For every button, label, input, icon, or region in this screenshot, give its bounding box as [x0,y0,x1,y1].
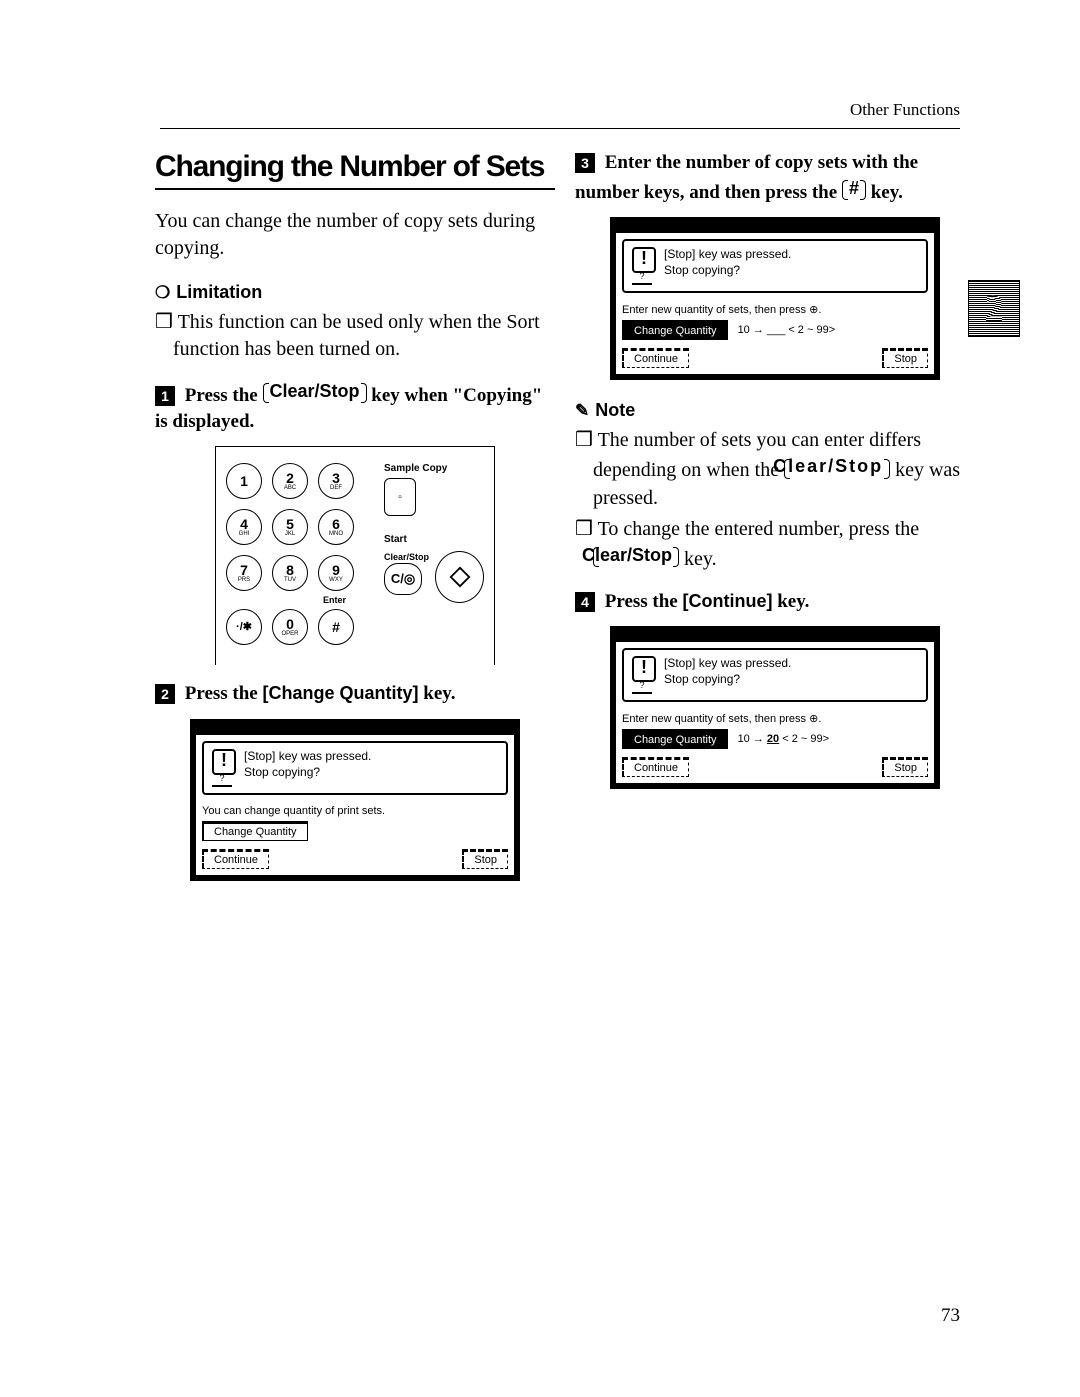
right-column: 3 Enter the number of copy sets with the… [575,150,975,893]
warning-icon: ! [212,749,236,775]
start-label: Start [384,534,484,545]
screen2-continue-button: Continue [202,849,269,869]
screen3-continue-button: Continue [622,348,689,368]
step-number-2: 2 [155,684,175,704]
screen4-continue-button: Continue [622,757,689,777]
limitation-heading: ❍ Limitation [155,282,555,303]
keypad-5: 5JKL [272,509,308,545]
left-column: Changing the Number of Sets You can chan… [155,150,555,893]
lightbulb-icon: ❍ [155,283,170,303]
keypad-6: 6MNO [318,509,354,545]
start-icon [449,566,471,588]
note-heading: ✎ Note [575,400,975,421]
screen3-message-box: !? [Stop] key was pressed. Stop copying? [622,239,928,293]
screen4-instruction: Enter new quantity of sets, then press ⊕… [622,712,928,725]
sample-copy-button: ▫ [384,478,416,516]
keypad-0: 0OPER [272,609,308,645]
step-4: 4 Press the [Continue] key. [575,589,975,615]
chapter-tab: 2 [968,280,1020,337]
step-2: 2 Press the [Change Quantity] key. [155,681,555,707]
page-number: 73 [941,1305,960,1327]
screen3-instruction: Enter new quantity of sets, then press ⊕… [622,303,928,316]
keypad-hash: # [318,609,354,645]
keypad-figure: 1 2ABC 3DEF 4GHI 5JKL 6MNO 7PRS 8TUV [215,446,495,665]
screen4-change-quantity-button: Change Quantity [622,729,728,749]
screen2-stop-button: Stop [462,849,508,869]
warning-icon: ! [632,247,656,273]
header-rule [160,128,960,129]
continue-key-ref: [Continue] [683,591,773,611]
step-number-4: 4 [575,592,595,612]
hash-key-ref: # [848,176,860,200]
screen3-quantity-display: 10 → ___ < 2 ~ 99> [738,324,836,336]
intro-text: You can change the number of copy sets d… [155,208,555,262]
keypad-7: 7PRS [226,555,262,591]
screen-figure-3: !? [Stop] key was pressed. Stop copying?… [610,217,940,380]
screen3-change-quantity-button: Change Quantity [622,320,728,340]
clear-stop-key-ref: Clear/Stop [269,379,361,403]
clear-stop-key: C/◎ [384,563,422,595]
keypad-dot: ·/✱ [226,609,262,645]
step-number-1: 1 [155,386,175,406]
enter-label: Enter [226,595,374,605]
screen4-message-box: !? [Stop] key was pressed. Stop copying? [622,648,928,702]
screen3-stop-button: Stop [882,348,928,368]
clear-stop-key-ref: Clear/Stop [599,543,673,567]
pencil-icon: ✎ [575,401,589,421]
step-3: 3 Enter the number of copy sets with the… [575,150,975,205]
step-number-3: 3 [575,153,595,173]
limitation-bullet: This function can be used only when the … [173,309,555,363]
screen4-stop-button: Stop [882,757,928,777]
keypad-9: 9WXY [318,555,354,591]
warning-icon: ! [632,656,656,682]
screen2-message-box: ! ? [Stop] key was pressed. Stop copying… [202,741,508,795]
clear-stop-label: Clear/Stop [384,553,429,563]
start-button [435,551,484,603]
keypad-2: 2ABC [272,463,308,499]
step-1: 1 Press the Clear/Stop key when "Copying… [155,379,555,434]
keypad-8: 8TUV [272,555,308,591]
screen4-quantity-display: 10 → 20 < 2 ~ 99> [738,733,829,745]
note-bullet-1: The number of sets you can enter differs… [593,427,975,511]
note-bullet-2: To change the entered number, press the … [593,516,975,573]
keypad-1: 1 [226,463,262,499]
screen2-instruction: You can change quantity of print sets. [202,805,508,817]
screen-figure-2: ! ? [Stop] key was pressed. Stop copying… [190,719,520,881]
clear-stop-key-ref: Clear/Stop [790,454,884,478]
change-quantity-key-ref: [Change Quantity] [263,683,419,703]
header-section: Other Functions [850,100,960,120]
keypad-3: 3DEF [318,463,354,499]
screen2-change-quantity-button: Change Quantity [202,821,308,841]
keypad-4: 4GHI [226,509,262,545]
section-title: Changing the Number of Sets [155,150,555,190]
screen-figure-4: !? [Stop] key was pressed. Stop copying?… [610,626,940,789]
sample-copy-label: Sample Copy [384,463,484,474]
